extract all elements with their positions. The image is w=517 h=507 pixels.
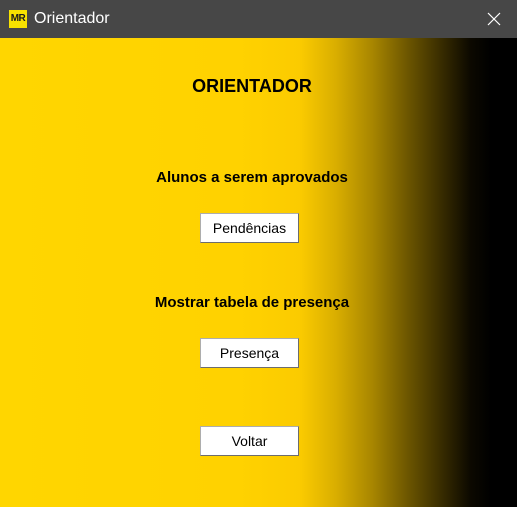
window-title: Orientador (34, 10, 110, 27)
app-logo-icon: MR (9, 10, 27, 28)
attendance-table-label: Mostrar tabela de presença (154, 294, 350, 311)
title-bar[interactable]: MR Orientador (0, 0, 517, 38)
presenca-button[interactable]: Presença (200, 338, 299, 368)
back-button[interactable]: Voltar (200, 426, 299, 456)
page-title: ORIENTADOR (192, 76, 312, 96)
close-icon (487, 12, 501, 26)
main-panel: ORIENTADOR Alunos a serem aprovados Pend… (0, 38, 517, 507)
close-button[interactable] (471, 0, 517, 38)
pendencias-button[interactable]: Pendências (200, 213, 299, 243)
orientador-window: MR Orientador ORIENTADOR Alunos a serem … (0, 0, 517, 507)
pending-students-label: Alunos a serem aprovados (156, 169, 348, 186)
